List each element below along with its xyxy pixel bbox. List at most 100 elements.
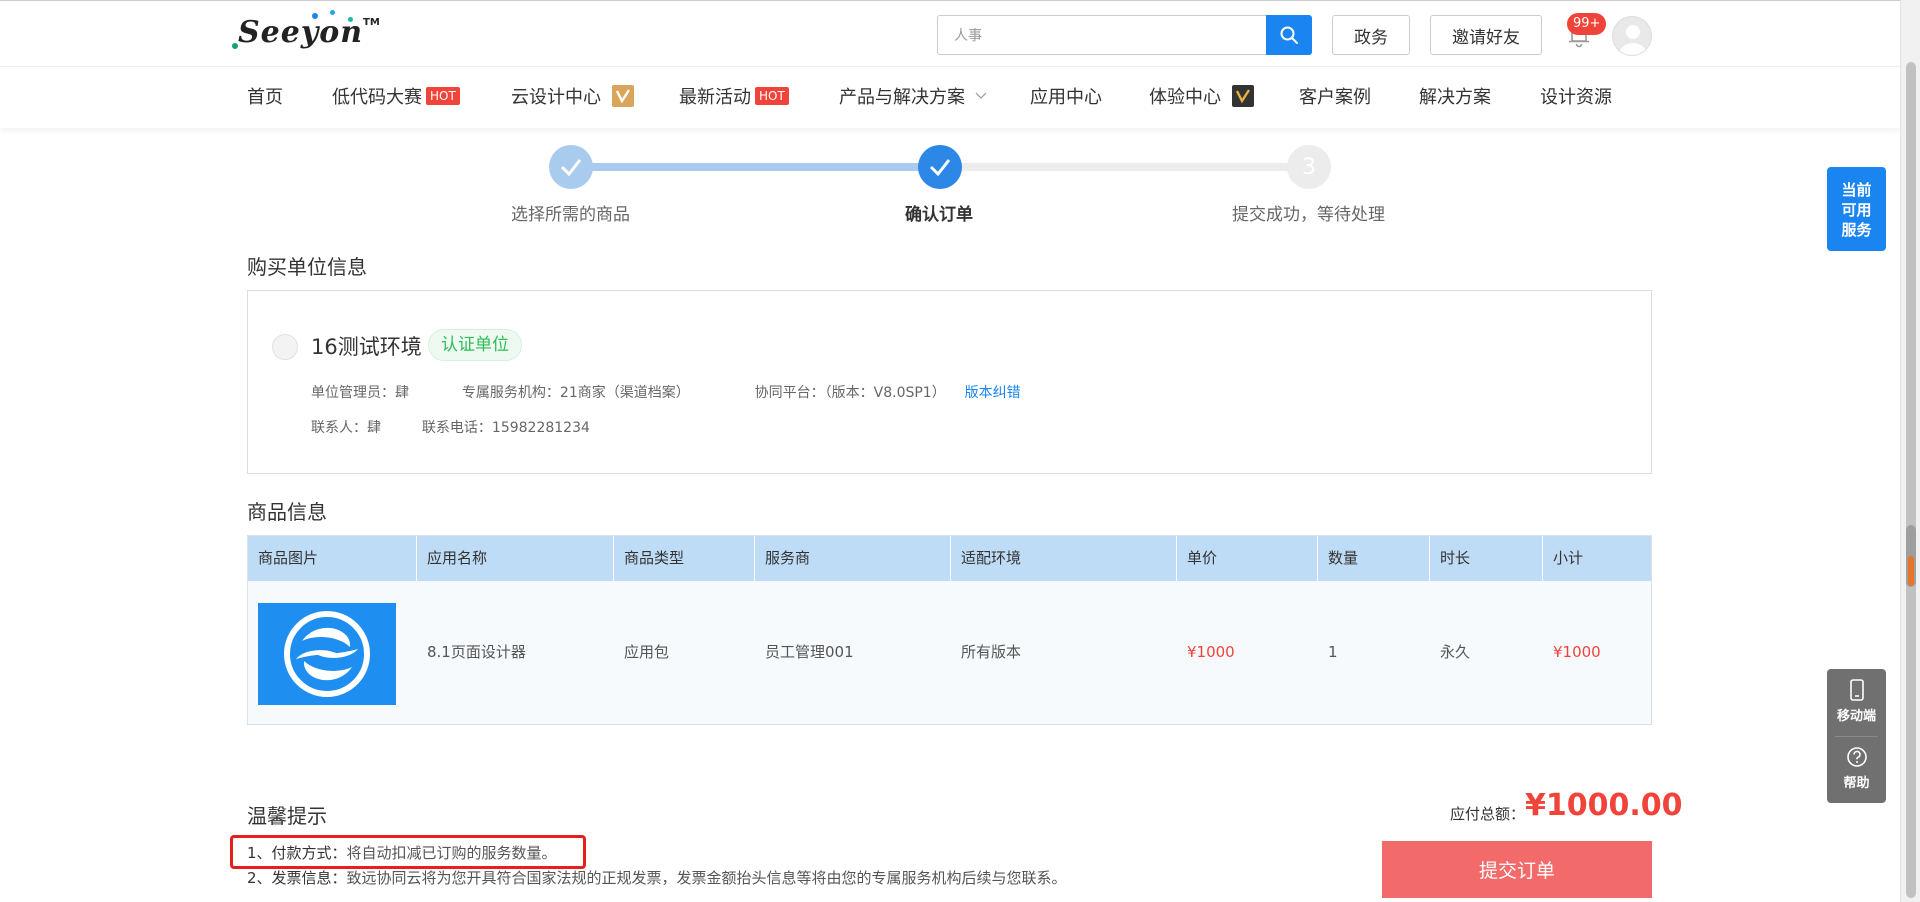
contact-info: 联系人：肆 [311,420,381,436]
column-header: 时长 [1430,536,1543,581]
hot-badge: HOT [426,87,460,105]
nav-item-customer-cases[interactable]: 客户案例 [1299,67,1371,129]
buyer-info-row-1: 单位管理员：肆 专属服务机构：21商家（渠道档案） 协同平台：（版本：V8.0S… [311,382,1021,402]
service-org-info: 专属服务机构：21商家（渠道档案） [461,385,690,401]
tip-invoice: 2、发票信息：致远协同云将为您开具符合国家法规的正规发票，发票金额抬头信息等将由… [247,867,1067,888]
nav-item-lowcode-contest[interactable]: 低代码大赛 HOT [332,67,460,129]
help-icon [1846,747,1867,767]
mobile-label: 移动端 [1836,709,1876,724]
top-bar: Seeyon TM 政务 邀请好友 99+ [0,0,1900,66]
version-fix-link[interactable]: 版本纠错 [965,385,1021,401]
search-input[interactable] [938,16,1266,54]
nav-item-latest-events[interactable]: 最新活动 HOT [679,67,789,129]
nav-label: 低代码大赛 [332,87,422,108]
column-header: 适配环境 [951,536,1177,581]
mobile-button[interactable]: 移动端 [1827,679,1886,724]
goods-table: 商品图片 应用名称 商品类型 服务商 适配环境 单价 数量 时长 小计 8.1页… [247,535,1652,725]
notification-badge: 99+ [1567,13,1607,35]
nav-item-solutions[interactable]: 解决方案 [1419,67,1491,129]
step-1-circle [549,145,593,189]
gov-button[interactable]: 政务 [1332,15,1410,55]
column-header: 小计 [1553,549,1584,567]
step-2-circle [918,145,962,189]
nav-label: 体验中心 [1149,87,1221,108]
search-button[interactable] [1266,15,1312,55]
nav-label: 产品与解决方案 [839,87,965,108]
hot-badge: HOT [755,87,789,105]
search-box [937,15,1267,55]
column-header: 数量 [1318,536,1430,581]
cell-quantity: 1 [1328,643,1338,661]
admin-info: 单位管理员：肆 [311,385,409,401]
submit-order-button[interactable]: 提交订单 [1382,841,1652,898]
side-service-line: 服务 [1841,221,1872,239]
check-icon [560,159,582,177]
buyer-info-row-2: 联系人：肆 联系电话：15982281234 [311,417,590,437]
scrollbar-thumb[interactable] [1906,62,1916,898]
nav-label: 应用中心 [1030,87,1102,108]
nav-item-app-center[interactable]: 应用中心 [1030,67,1102,129]
buyer-info-card: 16测试环境 认证单位 单位管理员：肆 专属服务机构：21商家（渠道档案） 协同… [247,290,1652,474]
nav-item-design-resources[interactable]: 设计资源 [1540,67,1612,129]
step-progress-line-done [571,163,941,171]
nav-label: 设计资源 [1540,87,1612,108]
table-row: 8.1页面设计器 应用包 员工管理001 所有版本 ¥1000 1 永久 ¥10… [248,581,1651,724]
search-icon [1280,26,1298,44]
check-icon [929,159,951,177]
tips-title: 温馨提示 [247,804,327,828]
nav-label: 解决方案 [1419,87,1491,108]
user-avatar[interactable] [1612,16,1652,56]
table-header: 商品图片 应用名称 商品类型 服务商 适配环境 单价 数量 时长 小计 [248,536,1651,581]
side-toolbar: 移动端 帮助 [1827,669,1886,803]
product-image[interactable] [258,603,396,705]
nav-item-cloud-design[interactable]: 云设计中心 [511,67,634,129]
logo-trademark: TM [363,17,380,28]
tip-invoice-text: 致远协同云将为您开具符合国家法规的正规发票，发票金额抬头信息等将由您的专属服务机… [346,869,1067,887]
cell-vendor: 员工管理001 [765,643,854,661]
highlight-annotation-box [230,835,586,869]
app-logo-icon [284,611,370,697]
mobile-phone-icon [1849,679,1864,701]
platform-info: 协同平台：（版本：V8.0SP1） [754,385,946,401]
nav-item-experience-center[interactable]: 体验中心 [1149,67,1254,129]
buyer-section-title: 购买单位信息 [247,255,367,279]
chevron-down-icon [975,92,987,99]
seeyon-logo[interactable]: Seeyon TM [230,10,380,53]
help-button[interactable]: 帮助 [1827,746,1886,791]
phone-info: 联系电话：15982281234 [421,420,590,436]
step-3-label: 提交成功，等待处理 [1232,205,1385,225]
cell-unit-price: ¥1000 [1187,643,1235,661]
column-header: 单价 [1177,536,1318,581]
invite-friends-button[interactable]: 邀请好友 [1430,15,1542,55]
total-label: 应付总额： [1450,805,1526,823]
logo-text: Seeyon [238,15,364,50]
avatar-placeholder-icon [1619,25,1647,55]
column-header: 服务商 [755,536,951,581]
nav-label: 云设计中心 [511,87,601,108]
step-progress-line-pending [941,163,1311,171]
cell-subtotal: ¥1000 [1553,643,1601,661]
step-2-label: 确认订单 [905,205,973,225]
page-scrollbar[interactable] [1900,0,1920,902]
v-tag-icon [1231,85,1254,107]
company-name: 16测试环境 [311,335,422,359]
step-1-label: 选择所需的商品 [511,205,630,225]
nav-item-products-solutions[interactable]: 产品与解决方案 [839,67,987,129]
column-header: 商品类型 [614,536,755,581]
nav-item-home[interactable]: 首页 [247,67,283,129]
available-services-button[interactable]: 当前 可用 服务 [1827,167,1886,251]
help-label: 帮助 [1843,776,1870,791]
cell-environment: 所有版本 [961,643,1022,661]
column-header: 商品图片 [248,536,417,581]
scrollbar-highlight-marker [1908,556,1914,586]
cell-app-name: 8.1页面设计器 [427,643,526,661]
certified-badge: 认证单位 [428,329,522,361]
nav-label: 首页 [247,87,283,108]
toolbar-divider [1835,736,1878,737]
column-header: 应用名称 [417,536,614,581]
goods-section-title: 商品信息 [247,500,327,524]
total-amount: ¥1000.00 [1525,788,1683,823]
tip-invoice-label: 2、发票信息： [247,869,347,887]
cell-type: 应用包 [624,643,670,661]
side-service-line: 可用 [1841,201,1872,219]
